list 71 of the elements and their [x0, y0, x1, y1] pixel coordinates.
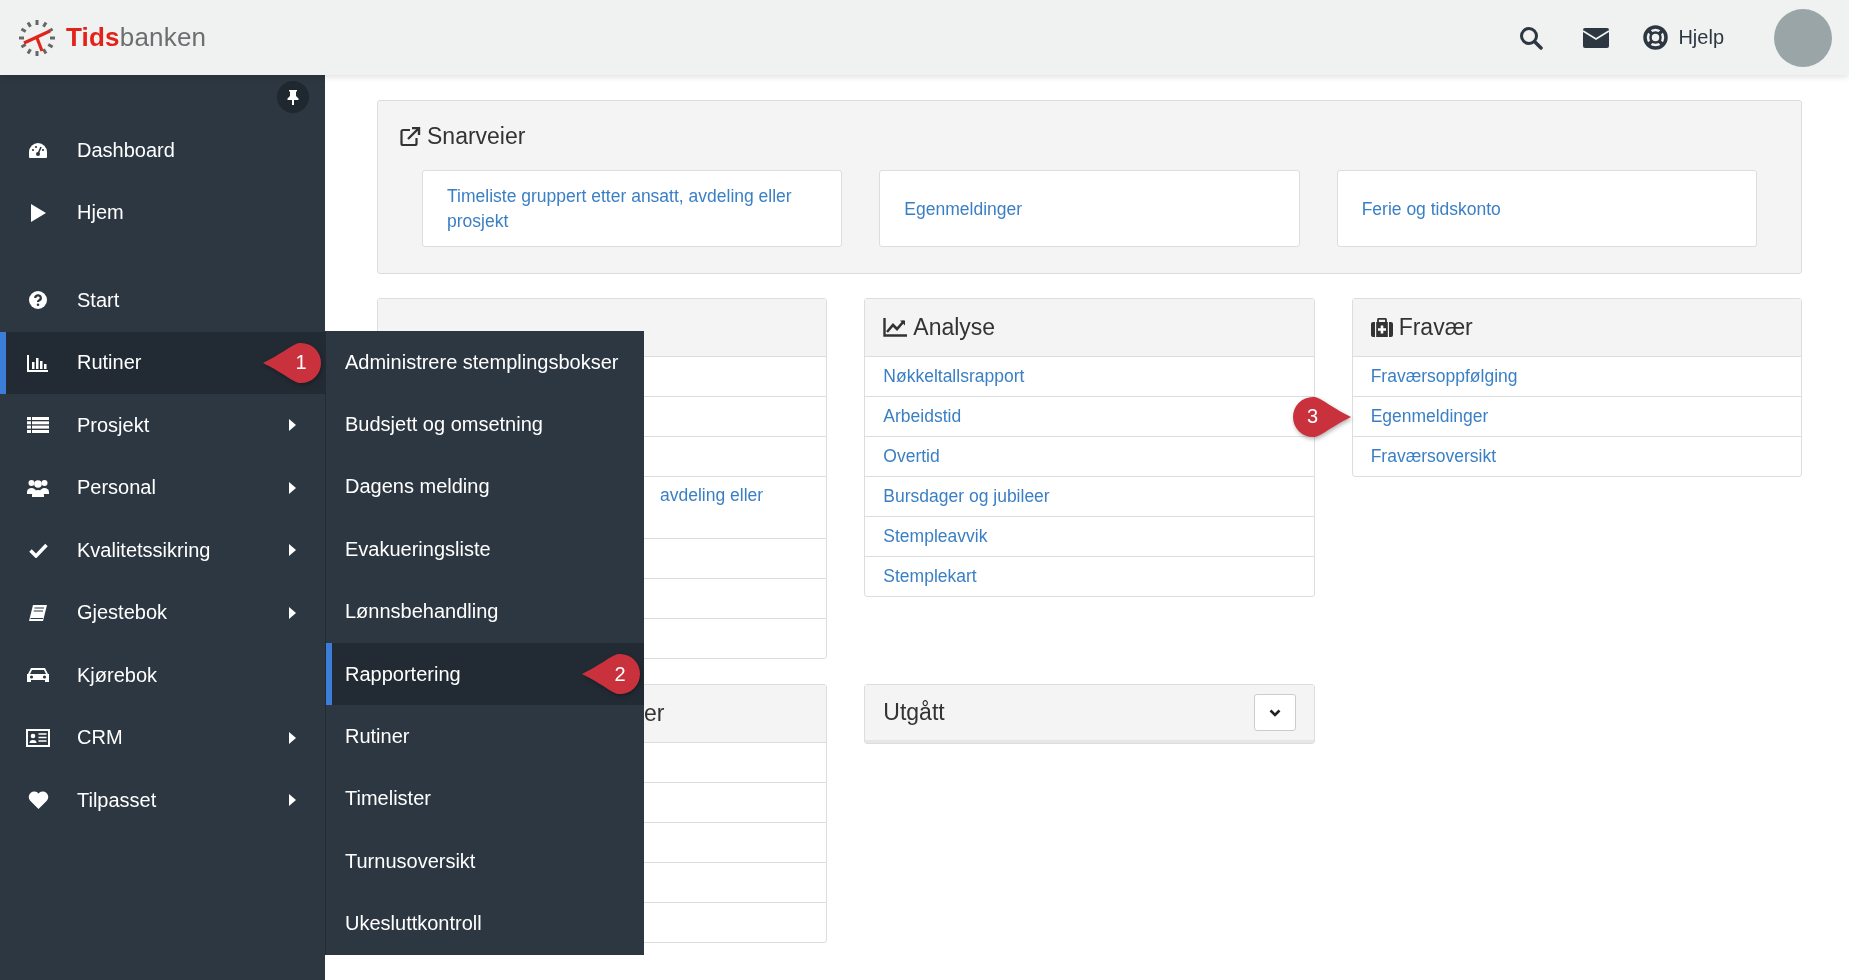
sidebar-item[interactable]: Personal [0, 456, 325, 519]
car-icon [26, 666, 50, 685]
list-link[interactable]: Fraværsoppfølging [1370, 366, 1518, 387]
submenu-item[interactable]: Lønnsbehandling [326, 580, 644, 643]
submenu-item[interactable]: Dagens melding [326, 455, 644, 519]
help-circle-icon [29, 291, 47, 310]
panel-title: Snarveier [427, 123, 526, 150]
list-link[interactable]: avdeling eller [660, 485, 764, 506]
callout-badge: 2 [580, 652, 642, 697]
list-link[interactable]: Fraværsoversikt [1370, 446, 1497, 467]
logo-wordmark[interactable]: Tidsbanken [66, 22, 207, 53]
sidebar-item[interactable]: Rutiner 1 [0, 331, 325, 394]
sidebar-item[interactable]: Gjestebok [0, 581, 325, 644]
checkmark-icon [28, 542, 48, 558]
shortcut-link[interactable]: Egenmeldinger [879, 170, 1300, 247]
submenu-item[interactable]: Rutiner [326, 705, 644, 768]
list-link[interactable]: Arbeidstid [883, 406, 962, 427]
card-title: Analyse [913, 314, 996, 341]
sidebar-item[interactable]: Tilpasset [0, 769, 325, 832]
heart-icon [27, 791, 49, 810]
submenu-item[interactable]: Budsjett og omsetning [326, 393, 644, 456]
caret-right-icon [289, 481, 296, 494]
card-title: Utgått [883, 699, 945, 726]
caret-right-icon [289, 794, 296, 807]
first-aid-kit-icon [1370, 318, 1393, 337]
list-link[interactable]: Stempleavvik [883, 526, 988, 547]
expand-toggle-button[interactable] [1253, 694, 1296, 731]
caret-right-icon [289, 419, 296, 432]
external-link-icon [400, 126, 421, 147]
lifebuoy-icon [1643, 25, 1669, 50]
sidebar-item[interactable]: Kvalitetssikring [0, 519, 325, 582]
list-link[interactable]: Bursdager og jubileer [883, 486, 1050, 507]
list-link[interactable]: Overtid [883, 446, 940, 467]
caret-right-icon [289, 606, 296, 619]
submenu-item[interactable]: Turnusoversikt [326, 830, 644, 893]
callout-badge: 3 [1290, 394, 1353, 439]
dashboard-gauge-icon [28, 141, 48, 159]
card-title: er [644, 700, 665, 727]
submenu-item[interactable]: Timelister [326, 767, 644, 831]
shortcut-link[interactable]: Ferie og tidskonto [1336, 170, 1757, 247]
shortcut-link[interactable]: Timeliste gruppert etter ansatt, avdeling eller prosjekt [422, 170, 843, 247]
sidebar-item[interactable]: Hjem [0, 181, 325, 244]
clock-logo-icon [18, 18, 56, 57]
sidebar-item[interactable]: CRM [0, 706, 325, 769]
play-icon [29, 203, 47, 222]
submenu-item[interactable]: Evakueringsliste [326, 518, 644, 581]
submenu-item[interactable]: Rapportering 2 [326, 642, 644, 706]
sidebar-item[interactable]: Prosjekt [0, 394, 325, 457]
caret-right-icon [289, 544, 296, 557]
bar-chart-icon [27, 353, 49, 372]
submenu-item[interactable]: Ukesluttkontroll [326, 892, 644, 955]
search-icon[interactable] [1519, 25, 1544, 50]
mail-icon[interactable] [1583, 27, 1610, 48]
id-card-icon [26, 728, 50, 747]
list-link[interactable]: Nøkkeltallsrapport [883, 366, 1025, 387]
chevron-icon [1268, 708, 1281, 717]
card-title: Fravær [1398, 314, 1473, 341]
caret-right-icon [289, 731, 296, 744]
callout-badge: 1 [261, 340, 323, 385]
sidebar-item[interactable]: Kjørebok [0, 644, 325, 707]
line-chart-icon [883, 318, 908, 337]
help-button[interactable]: Hjelp [1643, 25, 1724, 50]
sidebar-item[interactable]: Dashboard [0, 119, 325, 182]
sidebar-item[interactable]: Start [0, 269, 325, 332]
list-link[interactable]: Stemplekart [883, 566, 977, 587]
pin-icon[interactable] [277, 81, 309, 113]
book-icon [28, 603, 48, 622]
submenu-item[interactable]: Administrere stemplingsbokser [326, 331, 644, 394]
users-icon [27, 478, 49, 497]
list-icon [27, 417, 49, 434]
list-link[interactable]: Egenmeldinger [1370, 406, 1489, 427]
